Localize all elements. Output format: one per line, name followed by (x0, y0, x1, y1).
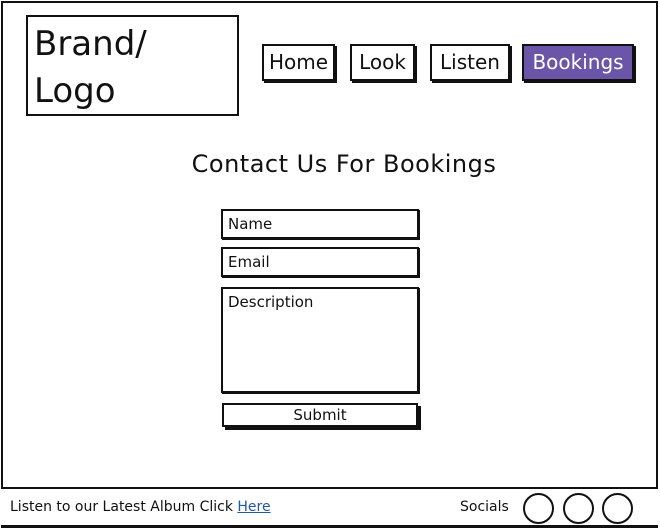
nav-listen[interactable]: Listen (430, 44, 510, 81)
footer: Listen to our Latest Album Click Here So… (1, 487, 658, 527)
socials-label: Socials (460, 499, 509, 515)
submit-button[interactable]: Submit (222, 403, 418, 427)
nav-home[interactable]: Home (262, 44, 335, 81)
brand-logo[interactable]: Brand/ Logo (26, 15, 239, 116)
footer-album-label: Listen to our Latest Album Click (10, 499, 238, 515)
nav-bookings[interactable]: Bookings (522, 44, 634, 81)
social-icon[interactable] (602, 493, 633, 524)
page-title: Contact Us For Bookings (191, 150, 497, 178)
album-link[interactable]: Here (237, 499, 270, 515)
description-field[interactable] (221, 287, 419, 393)
footer-album-text: Listen to our Latest Album Click Here (10, 499, 271, 515)
social-icon[interactable] (523, 493, 554, 524)
name-field[interactable] (221, 209, 419, 239)
social-icon[interactable] (563, 493, 594, 524)
nav-look[interactable]: Look (350, 44, 415, 81)
email-field[interactable] (221, 247, 419, 277)
